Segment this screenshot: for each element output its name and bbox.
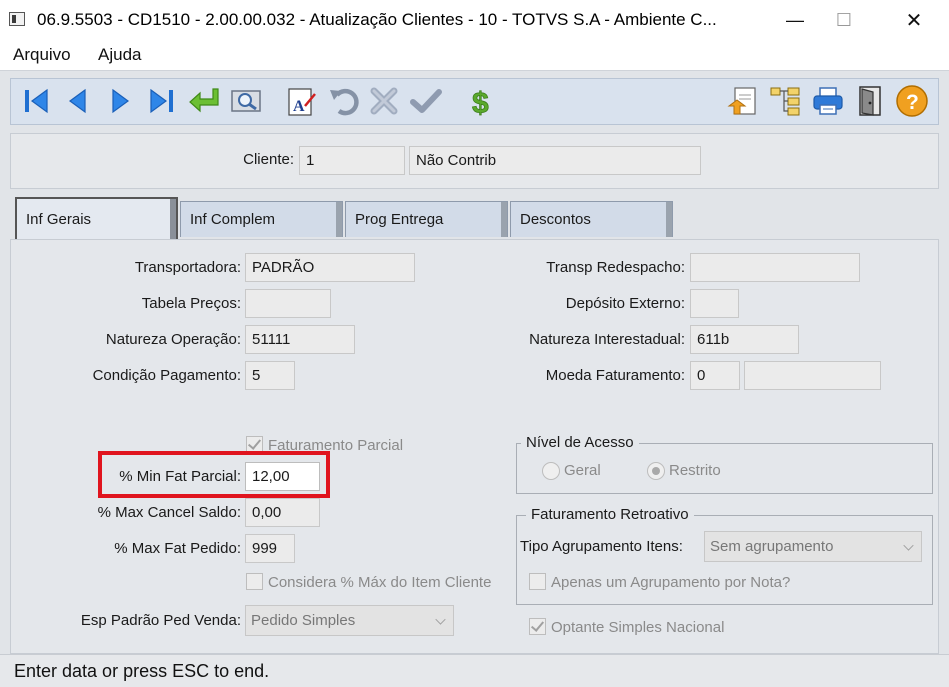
last-record-icon[interactable] — [145, 84, 179, 118]
edit-text-icon[interactable]: A — [285, 84, 319, 118]
cliente-name-field[interactable]: Não Contrib — [409, 146, 701, 175]
first-record-icon[interactable] — [20, 84, 54, 118]
deposito-externo-field[interactable] — [690, 289, 739, 318]
svg-text:$: $ — [472, 87, 489, 118]
considera-max-item-checkbox[interactable] — [246, 573, 263, 590]
title-bar: 06.9.5503 - CD1510 - 2.00.00.032 - Atual… — [0, 0, 949, 40]
window-title: 06.9.5503 - CD1510 - 2.00.00.032 - Atual… — [37, 10, 717, 29]
chevron-down-icon — [435, 614, 446, 625]
natureza-interestadual-label: Natureza Interestadual: — [529, 331, 685, 348]
tabela-precos-field[interactable] — [245, 289, 331, 318]
svg-text:?: ? — [906, 91, 919, 114]
tipo-agrupamento-label: Tipo Agrupamento Itens: — [520, 538, 683, 555]
transp-redespacho-label: Transp Redespacho: — [546, 259, 685, 276]
cliente-label: Cliente: — [243, 151, 294, 168]
transportadora-label: Transportadora: — [134, 259, 241, 276]
chevron-down-icon — [903, 540, 914, 551]
deposito-externo-label: Depósito Externo: — [565, 295, 685, 312]
status-text: Enter data or press ESC to end. — [14, 661, 270, 681]
help-icon[interactable]: ? — [895, 84, 929, 118]
radio-restrito-label: Restrito — [669, 462, 721, 479]
svg-text:A: A — [293, 98, 305, 115]
tree-icon[interactable] — [768, 84, 802, 118]
tab-inf-gerais[interactable]: Inf Gerais — [15, 197, 178, 239]
natureza-operacao-label: Natureza Operação: — [105, 331, 241, 348]
natureza-interestadual-field[interactable]: 611b — [690, 325, 799, 354]
export-icon[interactable] — [726, 84, 760, 118]
menu-arquivo[interactable]: Arquivo — [13, 45, 71, 65]
maximize-button[interactable]: ☐ — [821, 0, 867, 40]
exit-icon[interactable] — [854, 84, 888, 118]
nivel-acesso-title: Nível de Acesso — [521, 434, 639, 451]
transportadora-field[interactable]: PADRÃO — [245, 253, 415, 282]
esp-padrao-value: Pedido Simples — [251, 612, 356, 629]
tipo-agrupamento-value: Sem agrupamento — [710, 538, 834, 555]
app-window-icon — [9, 12, 25, 26]
status-bar: Enter data or press ESC to end. — [0, 654, 949, 687]
currency-icon[interactable]: $ — [466, 84, 500, 118]
menu-bar: Arquivo Ajuda — [0, 40, 949, 70]
condicao-pagamento-label: Condição Pagamento: — [92, 367, 241, 384]
tab-inf-complem[interactable]: Inf Complem — [180, 201, 343, 237]
moeda-faturamento-label: Moeda Faturamento: — [545, 367, 685, 384]
radio-geral[interactable] — [542, 462, 560, 480]
cancel-icon[interactable] — [367, 84, 401, 118]
tab-descontos[interactable]: Descontos — [510, 201, 673, 237]
faturamento-retroativo-title: Faturamento Retroativo — [526, 506, 694, 523]
apenas-agrupamento-label: Apenas um Agrupamento por Nota? — [551, 574, 791, 591]
esp-padrao-combo[interactable]: Pedido Simples — [245, 605, 454, 636]
next-record-icon[interactable] — [104, 84, 138, 118]
max-fat-pedido-field[interactable]: 999 — [245, 534, 295, 563]
considera-max-item-label: Considera % Máx do Item Cliente — [268, 574, 492, 591]
apenas-agrupamento-checkbox[interactable] — [529, 573, 546, 590]
max-cancel-saldo-label: % Max Cancel Saldo: — [97, 504, 241, 521]
esp-padrao-label: Esp Padrão Ped Venda: — [80, 612, 241, 629]
radio-geral-label: Geral — [564, 462, 601, 479]
tab-prog-entrega[interactable]: Prog Entrega — [345, 201, 508, 237]
minimize-button[interactable]: — — [772, 0, 818, 40]
condicao-pagamento-field[interactable]: 5 — [245, 361, 295, 390]
tipo-agrupamento-combo[interactable]: Sem agrupamento — [704, 531, 922, 562]
max-cancel-saldo-field[interactable]: 0,00 — [245, 498, 320, 527]
close-button[interactable]: ✕ — [891, 0, 937, 40]
tabela-precos-label: Tabela Preços: — [141, 295, 241, 312]
confirm-icon[interactable] — [409, 84, 443, 118]
print-icon[interactable] — [811, 84, 845, 118]
moeda-faturamento-field[interactable]: 0 — [690, 361, 740, 390]
max-fat-pedido-label: % Max Fat Pedido: — [114, 540, 241, 557]
search-icon[interactable] — [229, 84, 263, 118]
undo-icon[interactable] — [327, 84, 361, 118]
radio-restrito[interactable] — [647, 462, 665, 480]
goto-icon[interactable] — [187, 84, 221, 118]
moeda-descricao-field[interactable] — [744, 361, 881, 390]
highlight-box — [98, 451, 330, 498]
cliente-code-field[interactable]: 1 — [299, 146, 405, 175]
previous-record-icon[interactable] — [60, 84, 94, 118]
menu-ajuda[interactable]: Ajuda — [98, 45, 141, 65]
optante-simples-checkbox[interactable] — [529, 618, 546, 635]
natureza-operacao-field[interactable]: 51111 — [245, 325, 355, 354]
optante-simples-label: Optante Simples Nacional — [551, 619, 725, 636]
transp-redespacho-field[interactable] — [690, 253, 860, 282]
